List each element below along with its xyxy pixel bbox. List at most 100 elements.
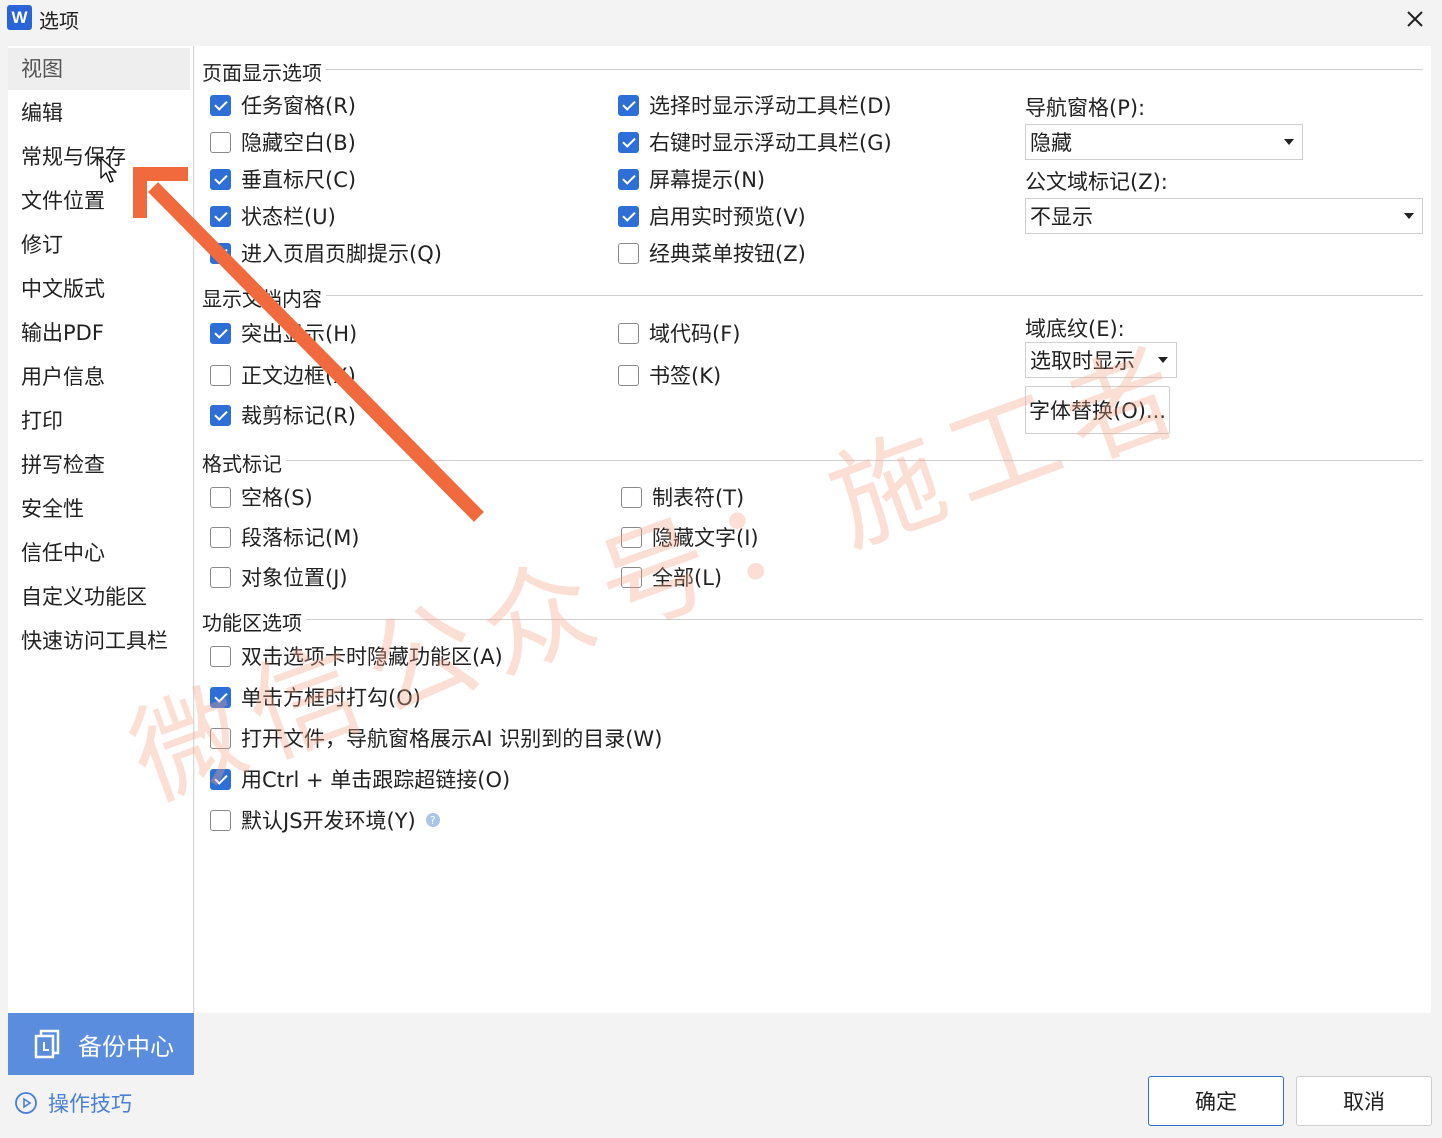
option-ctrl-click-hyperlink[interactable]: 用Ctrl + 单击跟踪超链接(O) [210, 764, 510, 794]
doc-field-label: 公文域标记(Z): [1025, 170, 1168, 194]
option-all-marks[interactable]: 全部(L) [621, 562, 722, 592]
nav-pane-select[interactable]: 隐藏 [1025, 124, 1303, 160]
checkbox[interactable] [621, 526, 642, 548]
checkbox[interactable] [210, 686, 231, 708]
option-hide-ribbon-dblclick[interactable]: 双击选项卡时隐藏功能区(A) [210, 641, 503, 671]
checkbox[interactable] [210, 809, 231, 831]
option-label: 屏幕提示(N) [649, 168, 766, 192]
checkbox[interactable] [210, 645, 231, 667]
field-shading-label: 域底纹(E): [1025, 317, 1125, 341]
checkbox[interactable] [618, 322, 639, 344]
checkbox[interactable] [618, 364, 639, 386]
select-value: 不显示 [1030, 205, 1093, 229]
option-label: 书签(K) [649, 364, 722, 388]
option-highlight[interactable]: 突出显示(H) [210, 318, 357, 348]
option-vertical-ruler[interactable]: 垂直标尺(C) [210, 164, 356, 194]
option-classic-menu[interactable]: 经典菜单按钮(Z) [618, 238, 806, 268]
option-status-bar[interactable]: 状态栏(U) [210, 201, 336, 231]
option-label: 打开文件，导航窗格展示AI 识别到的目录(W) [241, 727, 663, 751]
checkbox[interactable] [210, 322, 231, 344]
divider [325, 69, 1423, 70]
option-hide-whitespace[interactable]: 隐藏空白(B) [210, 127, 356, 157]
checkbox[interactable] [618, 94, 639, 116]
sidebar-item-file-location[interactable]: 文件位置 [8, 180, 190, 222]
option-label: 垂直标尺(C) [241, 168, 357, 192]
play-circle-icon [15, 1092, 37, 1114]
backup-center-button[interactable]: 备份中心 [8, 1013, 194, 1075]
sidebar-item-security[interactable]: 安全性 [8, 488, 190, 530]
group-title-format-marks: 格式标记 [202, 448, 286, 477]
option-header-footer-hint[interactable]: 进入页眉页脚提示(Q) [210, 238, 442, 268]
option-screen-tips[interactable]: 屏幕提示(N) [618, 164, 765, 194]
field-shading-select[interactable]: 选取时显示 [1025, 342, 1177, 378]
sidebar-item-quick-access-toolbar[interactable]: 快速访问工具栏 [8, 620, 190, 662]
ok-button[interactable]: 确定 [1148, 1076, 1284, 1126]
option-click-box-check[interactable]: 单击方框时打勾(O) [210, 682, 421, 712]
option-spaces[interactable]: 空格(S) [210, 482, 313, 512]
nav-pane-label: 导航窗格(P): [1025, 96, 1146, 120]
sidebar-item-view[interactable]: 视图 [8, 48, 190, 90]
sidebar-item-general-save[interactable]: 常规与保存 [8, 136, 190, 178]
option-float-toolbar-select[interactable]: 选择时显示浮动工具栏(D) [618, 90, 892, 120]
checkbox[interactable] [210, 131, 231, 153]
option-label: 启用实时预览(V) [649, 205, 806, 229]
checkbox[interactable] [210, 205, 231, 227]
sidebar-item-print[interactable]: 打印 [8, 400, 190, 442]
sidebar-item-edit[interactable]: 编辑 [8, 92, 190, 134]
option-object-anchors[interactable]: 对象位置(J) [210, 562, 348, 592]
group-title-page-display: 页面显示选项 [202, 57, 326, 86]
cancel-button[interactable]: 取消 [1296, 1076, 1432, 1126]
dropdown-arrow-icon [1404, 213, 1414, 219]
checkbox[interactable] [210, 566, 231, 588]
sidebar-item-customize-ribbon[interactable]: 自定义功能区 [8, 576, 190, 618]
close-button[interactable] [1400, 4, 1430, 34]
checkbox[interactable] [210, 404, 231, 426]
option-ai-toc-nav[interactable]: 打开文件，导航窗格展示AI 识别到的目录(W) [210, 723, 662, 753]
dropdown-arrow-icon [1284, 139, 1294, 145]
wps-logo-icon: W [7, 5, 32, 30]
option-field-codes[interactable]: 域代码(F) [618, 318, 740, 348]
checkbox[interactable] [618, 205, 639, 227]
sidebar-item-trust-center[interactable]: 信任中心 [8, 532, 190, 574]
option-default-js-env[interactable]: 默认JS开发环境(Y)? [210, 805, 440, 835]
option-label: 状态栏(U) [241, 205, 336, 229]
option-task-pane[interactable]: 任务窗格(R) [210, 90, 356, 120]
doc-field-select[interactable]: 不显示 [1025, 198, 1423, 234]
option-label: 对象位置(J) [241, 566, 348, 590]
option-paragraph-marks[interactable]: 段落标记(M) [210, 522, 360, 552]
backup-icon [34, 1029, 60, 1059]
option-live-preview[interactable]: 启用实时预览(V) [618, 201, 806, 231]
checkbox[interactable] [621, 486, 642, 508]
checkbox[interactable] [210, 768, 231, 790]
checkbox[interactable] [210, 364, 231, 386]
option-hidden-text[interactable]: 隐藏文字(I) [621, 522, 759, 552]
sidebar-item-user-info[interactable]: 用户信息 [8, 356, 190, 398]
option-label: 突出显示(H) [241, 322, 358, 346]
option-crop-marks[interactable]: 裁剪标记(R) [210, 400, 356, 430]
checkbox[interactable] [210, 94, 231, 116]
option-text-boundary[interactable]: 正文边框(X) [210, 360, 356, 390]
tips-link[interactable]: 操作技巧 [14, 1088, 132, 1118]
checkbox[interactable] [210, 242, 231, 264]
sidebar-item-chinese-layout[interactable]: 中文版式 [8, 268, 190, 310]
help-icon[interactable]: ? [425, 813, 440, 827]
checkbox[interactable] [618, 131, 639, 153]
title-bar: W 选项 [0, 0, 1442, 38]
option-bookmarks[interactable]: 书签(K) [618, 360, 721, 390]
checkbox[interactable] [618, 168, 639, 190]
checkbox[interactable] [210, 727, 231, 749]
sidebar-item-revision[interactable]: 修订 [8, 224, 190, 266]
option-label: 隐藏文字(I) [652, 526, 759, 550]
checkbox[interactable] [210, 168, 231, 190]
option-label: 经典菜单按钮(Z) [649, 242, 806, 266]
sidebar-item-spell-check[interactable]: 拼写检查 [8, 444, 190, 486]
option-float-toolbar-right-click[interactable]: 右键时显示浮动工具栏(G) [618, 127, 892, 157]
checkbox[interactable] [618, 242, 639, 264]
font-substitution-button[interactable]: 字体替换(O)... [1025, 386, 1170, 434]
checkbox[interactable] [210, 486, 231, 508]
checkbox[interactable] [210, 526, 231, 548]
checkbox[interactable] [621, 566, 642, 588]
option-tabs[interactable]: 制表符(T) [621, 482, 744, 512]
sidebar-item-export-pdf[interactable]: 输出PDF [8, 312, 190, 354]
option-label: 隐藏空白(B) [241, 131, 356, 155]
